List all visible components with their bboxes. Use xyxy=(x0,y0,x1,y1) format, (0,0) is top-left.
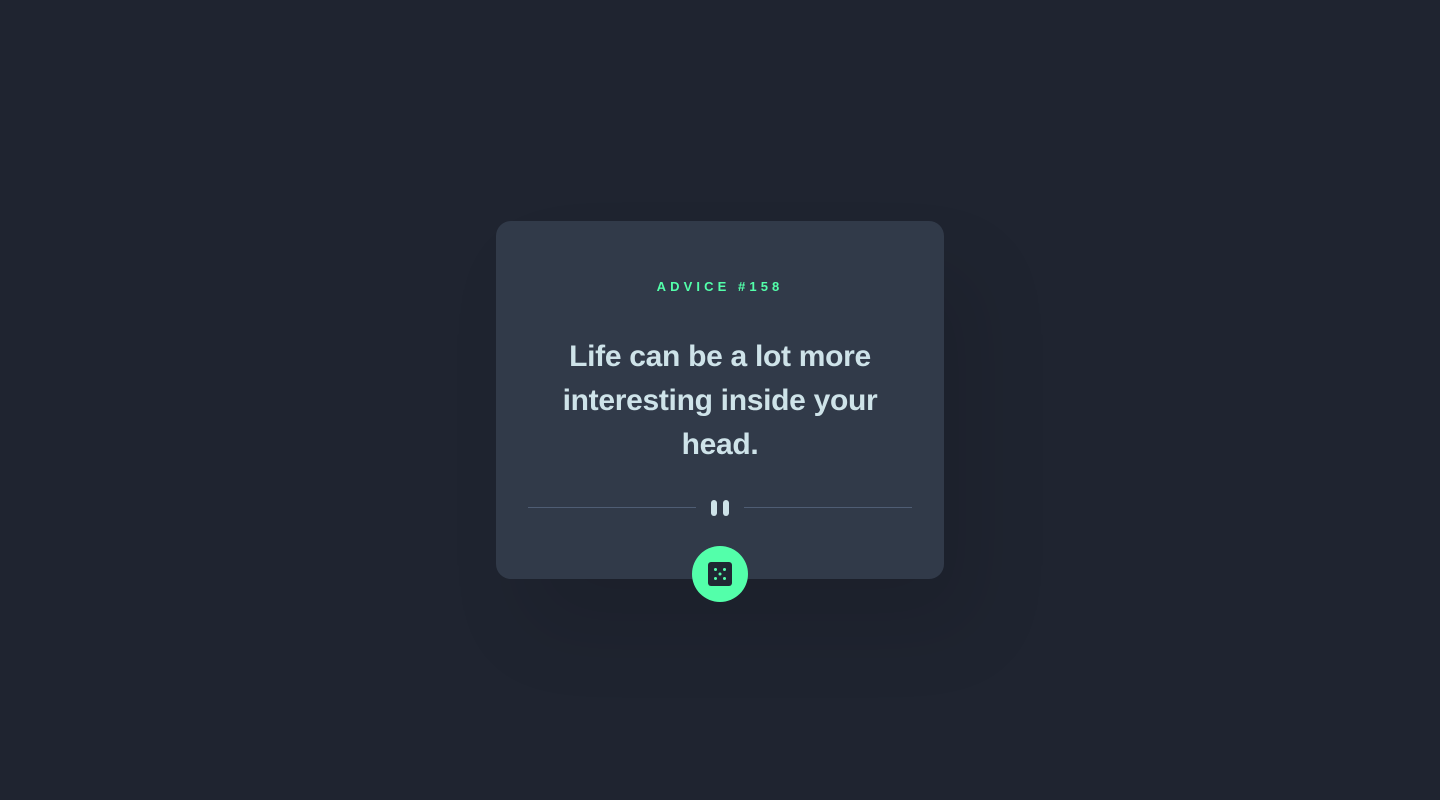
advice-card: ADVICE #158 Life can be a lot more inter… xyxy=(496,221,944,579)
divider xyxy=(528,500,912,516)
generate-advice-button[interactable] xyxy=(692,546,748,602)
divider-line-left xyxy=(528,507,696,508)
advice-text: Life can be a lot more interesting insid… xyxy=(562,340,878,461)
advice-label: ADVICE #158 xyxy=(656,279,784,294)
divider-line-right xyxy=(744,507,912,508)
page: ADVICE #158 Life can be a lot more inter… xyxy=(0,0,1440,800)
dice-icon xyxy=(708,562,732,586)
pause-icon xyxy=(710,500,730,516)
